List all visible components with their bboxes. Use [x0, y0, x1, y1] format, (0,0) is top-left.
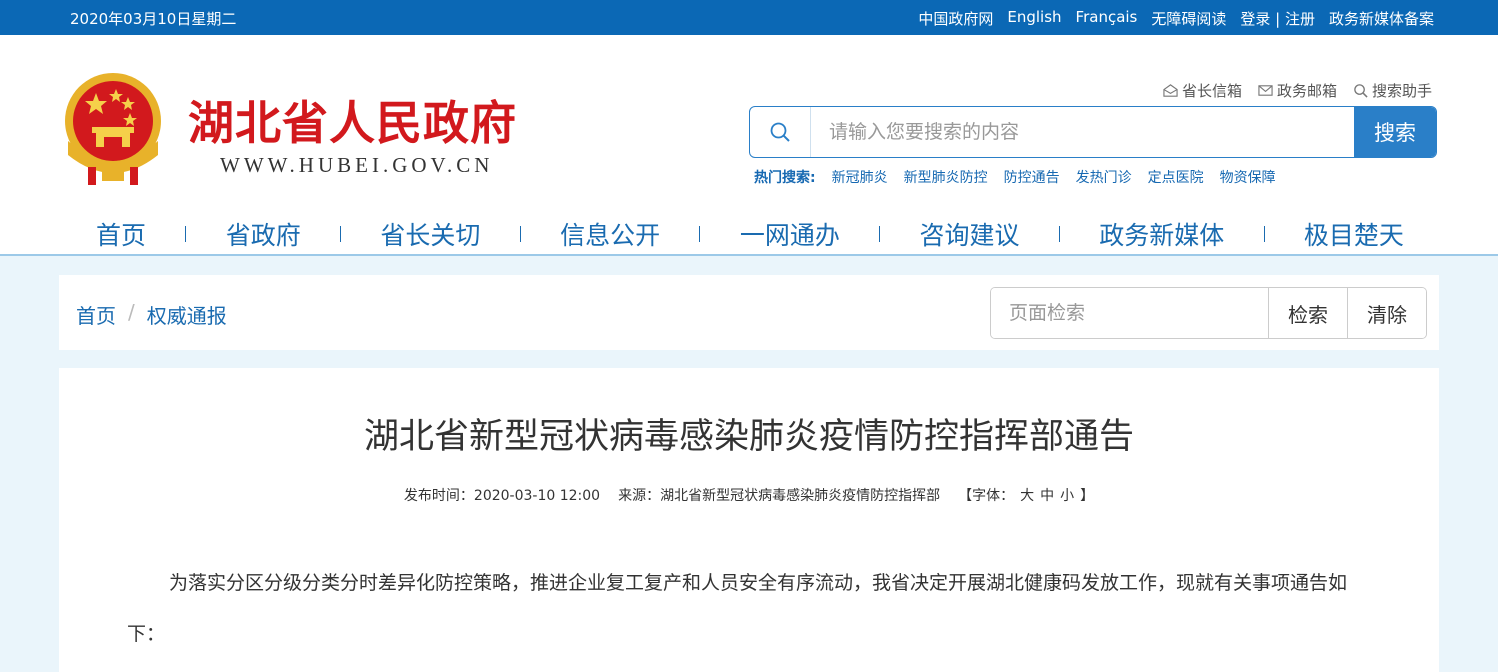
nav-divider: [879, 226, 881, 242]
link-gov-cn[interactable]: 中国政府网: [918, 8, 993, 29]
search-icon: [750, 107, 811, 157]
gov-email-link[interactable]: 政务邮箱: [1258, 80, 1337, 101]
breadcrumb-panel: 首页 / 权威通报 检索 清除: [59, 275, 1439, 350]
envelope-icon: [1258, 85, 1273, 96]
hot-search-item[interactable]: 新冠肺炎: [832, 167, 888, 187]
nav-governor-concerns[interactable]: 省长关切: [344, 216, 516, 252]
page-search: 检索 清除: [990, 287, 1427, 339]
nav-divider: [519, 226, 521, 242]
governor-mailbox-label: 省长信箱: [1181, 82, 1242, 100]
publish-time: 发布时间：2020-03-10 12:00: [403, 488, 601, 504]
article-title: 湖北省新型冠状病毒感染肺炎疫情防控指挥部通告: [363, 417, 1134, 457]
search-assistant-link[interactable]: 搜索助手: [1353, 80, 1432, 101]
article-source: 来源：湖北省新型冠状病毒感染肺炎疫情防控指挥部: [618, 488, 941, 504]
nav-one-stop-service[interactable]: 一网通办: [704, 216, 876, 252]
nav-consult-suggest[interactable]: 咨询建议: [884, 216, 1056, 252]
font-size-small[interactable]: 小: [1060, 485, 1074, 505]
font-size-selector: 【字体： 大 中 小 】: [958, 485, 1094, 505]
nav-divider: [1263, 226, 1265, 242]
header-tools: 省长信箱 政务邮箱 搜索助手: [1163, 80, 1432, 101]
article-body: 为落实分区分级分类分时差异化防控策略，推进企业复工复产和人员安全有序流动，我省决…: [127, 572, 1348, 645]
link-francais[interactable]: Français: [1076, 8, 1138, 29]
link-new-media-record[interactable]: 政务新媒体备案: [1329, 8, 1434, 29]
nav-divider: [699, 226, 701, 242]
breadcrumb-current[interactable]: 权威通报: [147, 300, 227, 329]
top-bar: 2020年03月10日星期二 中国政府网 English Français 无障…: [0, 0, 1498, 35]
page-search-input[interactable]: [991, 288, 1268, 338]
font-size-close: 】: [1080, 488, 1095, 504]
site-search-button[interactable]: 搜索: [1354, 107, 1436, 157]
top-links: 中国政府网 English Français 无障碍阅读 登录 | 注册 政务新…: [918, 8, 1434, 29]
site-title: 湖北省人民政府: [188, 96, 517, 150]
link-english[interactable]: English: [1007, 8, 1061, 29]
site-header: 湖北省人民政府 WWW.HUBEI.GOV.CN 省长信箱 政务邮箱 搜索助手 …: [0, 35, 1498, 256]
nav-info-disclosure[interactable]: 信息公开: [524, 216, 696, 252]
nav-divider: [340, 226, 342, 242]
hot-search-item[interactable]: 新型肺炎防控: [904, 167, 988, 187]
site-search-input[interactable]: [811, 107, 1354, 157]
font-size-label: 【字体：: [958, 488, 1015, 504]
nav-new-media[interactable]: 政务新媒体: [1063, 216, 1260, 252]
search-icon: [1354, 84, 1368, 98]
header-divider: [0, 254, 1498, 256]
breadcrumb-separator: /: [128, 300, 135, 324]
nav-provincial-gov[interactable]: 省政府: [190, 216, 337, 252]
hot-search-item[interactable]: 防控通告: [1004, 167, 1060, 187]
envelope-open-icon: [1163, 84, 1178, 97]
hot-search-item[interactable]: 定点医院: [1148, 167, 1204, 187]
nav-divider: [185, 226, 187, 242]
link-login-register[interactable]: 登录 | 注册: [1240, 8, 1315, 29]
site-search: 搜索: [749, 106, 1437, 158]
national-emblem-icon: [65, 73, 161, 185]
main-nav: 首页 省政府 省长关切 信息公开 一网通办 咨询建议 政务新媒体 极目楚天: [60, 214, 1440, 254]
governor-mailbox-link[interactable]: 省长信箱: [1163, 80, 1242, 101]
link-accessibility[interactable]: 无障碍阅读: [1151, 8, 1226, 29]
page-clear-button[interactable]: 清除: [1347, 288, 1426, 338]
gov-email-label: 政务邮箱: [1276, 82, 1337, 100]
article: 湖北省新型冠状病毒感染肺炎疫情防控指挥部通告 发布时间：2020-03-10 1…: [59, 368, 1439, 672]
hot-searches-label: 热门搜索:: [754, 170, 816, 186]
breadcrumb: 首页 / 权威通报: [76, 300, 227, 329]
current-date: 2020年03月10日星期二: [70, 10, 237, 28]
breadcrumb-home[interactable]: 首页: [76, 300, 116, 329]
site-url: WWW.HUBEI.GOV.CN: [220, 153, 494, 177]
search-assistant-label: 搜索助手: [1371, 82, 1432, 100]
font-size-medium[interactable]: 中: [1040, 485, 1054, 505]
article-meta: 发布时间：2020-03-10 12:00 来源：湖北省新型冠状病毒感染肺炎疫情…: [59, 485, 1439, 505]
hot-searches: 热门搜索: 新冠肺炎 新型肺炎防控 防控通告 发热门诊 定点医院 物资保障: [754, 167, 1276, 187]
nav-home[interactable]: 首页: [60, 216, 182, 252]
nav-divider: [1058, 226, 1060, 242]
nav-jimu-chutian[interactable]: 极目楚天: [1268, 216, 1440, 252]
font-size-large[interactable]: 大: [1020, 485, 1034, 505]
hot-search-item[interactable]: 发热门诊: [1076, 167, 1132, 187]
hot-search-item[interactable]: 物资保障: [1220, 167, 1276, 187]
page-search-button[interactable]: 检索: [1268, 288, 1347, 338]
